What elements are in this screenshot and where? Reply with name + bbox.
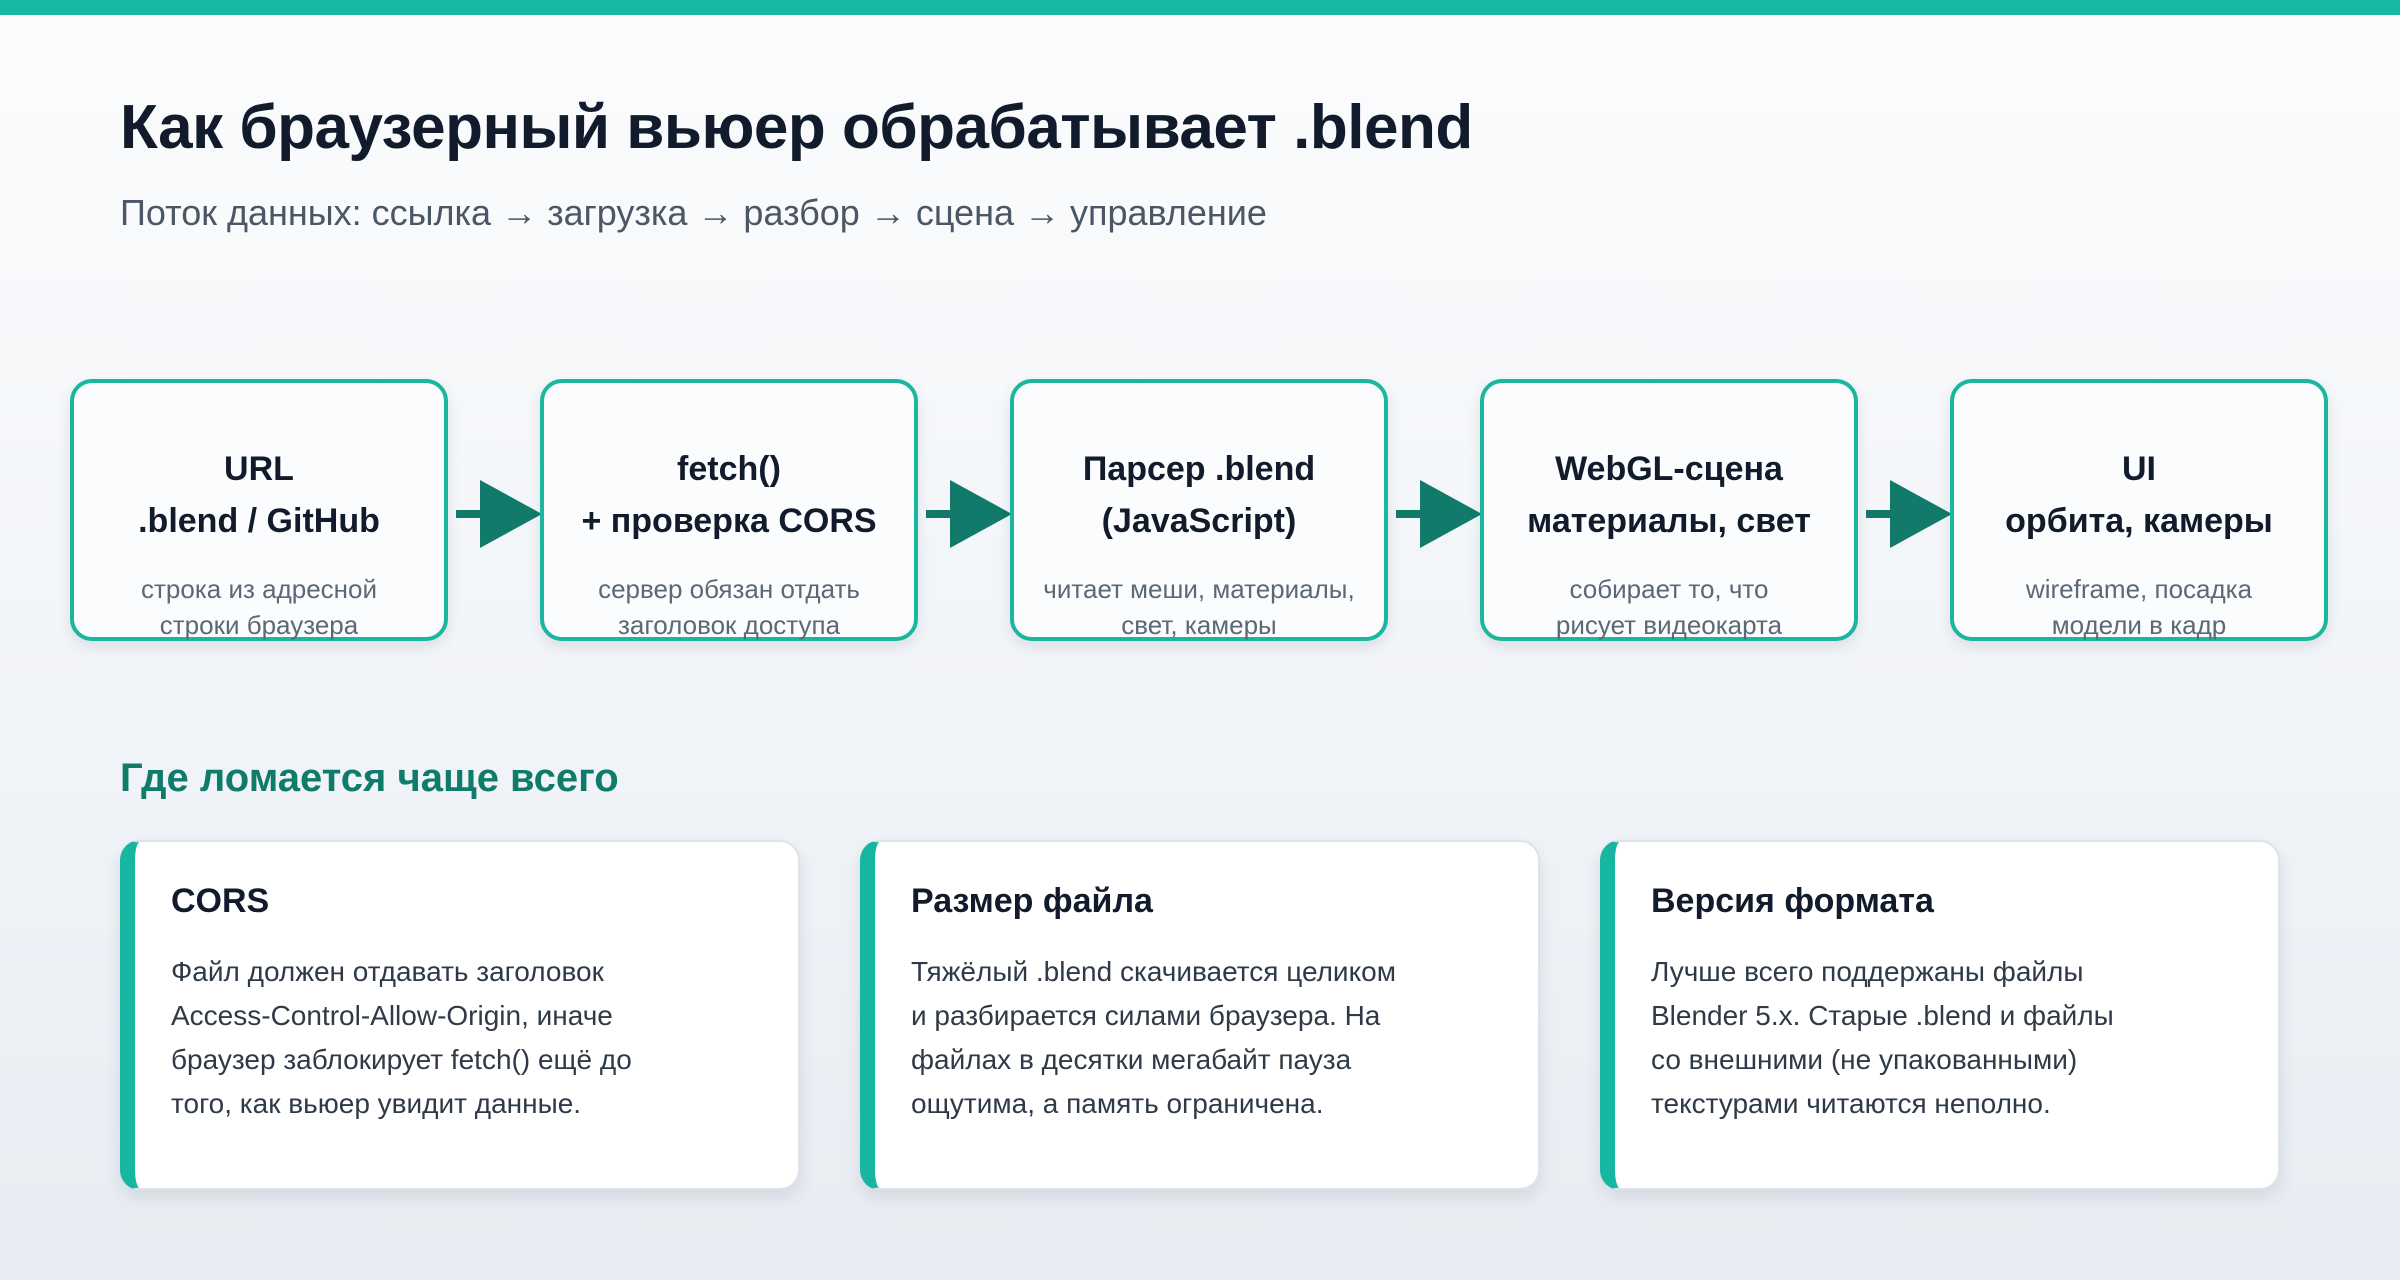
stage-title-line: UI	[2122, 450, 2156, 488]
stage-description: собирает то, что рисует видеокарта	[1484, 571, 1854, 643]
stage-fetch: fetch() + проверка CORS сервер обязан от…	[540, 379, 918, 641]
stage-title-line: Парсер .blend	[1082, 450, 1316, 488]
card-body: Файл должен отдавать заголовок Access-Co…	[171, 950, 731, 1126]
stage-title: Парсер .blend (JavaScript)	[1014, 443, 1384, 547]
stage-url: URL .blend / GitHub строка из адресной с…	[70, 379, 448, 641]
stage-title-line: WebGL-сцена	[1555, 450, 1783, 488]
stage-title: WebGL-сцена материалы, свет	[1484, 443, 1854, 547]
issues-section-title: Где ломается чаще всего	[120, 756, 619, 800]
stage-desc-line: строка из адресной	[140, 574, 378, 604]
card-body-line: текстурами читаются неполно.	[1651, 1088, 2051, 1119]
stage-title: URL .blend / GitHub	[74, 443, 444, 547]
stage-desc-line: модели в кадр	[2051, 610, 2227, 640]
stage-webgl-scene: WebGL-сцена материалы, свет собирает то,…	[1480, 379, 1858, 641]
flow-arrow-icon	[1396, 480, 1482, 548]
stage-title-line: fetch()	[677, 450, 781, 488]
card-title: Версия формата	[1651, 882, 1934, 920]
stage-title-line: URL	[224, 450, 294, 488]
card-title: CORS	[171, 882, 270, 920]
stage-title: UI орбита, камеры	[1954, 443, 2324, 547]
stage-title-line: орбита, камеры	[2005, 502, 2273, 540]
flow-arrow-icon	[926, 480, 1012, 548]
stage-title-line: (JavaScript)	[1101, 502, 1297, 540]
card-body-line: Access-Control-Allow-Origin, иначе	[171, 1000, 613, 1031]
issue-card-format-version: Версия формата Лучше всего поддержаны фа…	[1600, 840, 2280, 1190]
card-body: Тяжёлый .blend скачивается целиком и раз…	[911, 950, 1471, 1126]
card-body-line: браузер заблокирует fetch() ещё до	[171, 1044, 632, 1075]
card-body-line: Лучше всего поддержаны файлы	[1651, 956, 2084, 987]
stage-desc-line: рисует видеокарта	[1555, 610, 1783, 640]
card-body: Лучше всего поддержаны файлы Blender 5.x…	[1651, 950, 2211, 1126]
stage-desc-line: заголовок доступа	[617, 610, 841, 640]
card-title: Размер файла	[911, 882, 1153, 920]
stage-desc-line: собирает то, что	[1569, 574, 1769, 604]
card-body-line: файлах в десятки мегабайт пауза	[911, 1044, 1352, 1075]
stage-desc-line: свет, камеры	[1121, 610, 1277, 640]
pipeline-diagram: URL .blend / GitHub строка из адресной с…	[0, 0, 2400, 680]
card-body-line: ощутима, а память ограничена.	[911, 1088, 1324, 1119]
issue-card-file-size: Размер файла Тяжёлый .blend скачивается …	[860, 840, 1540, 1190]
stage-description: читает меши, материалы, свет, камеры	[1014, 571, 1384, 643]
stage-ui: UI орбита, камеры wireframe, посадка мод…	[1950, 379, 2328, 641]
card-body-line: Blender 5.x. Старые .blend и файлы	[1651, 1000, 2114, 1031]
stage-title-line: .blend / GitHub	[138, 502, 380, 540]
stage-title: fetch() + проверка CORS	[544, 443, 914, 547]
stage-title-line: + проверка CORS	[581, 502, 877, 540]
stage-title-line: материалы, свет	[1527, 502, 1811, 540]
issue-card-cors: CORS Файл должен отдавать заголовок Acce…	[120, 840, 800, 1190]
flow-arrow-icon	[456, 480, 542, 548]
card-body-line: и разбирается силами браузера. На	[911, 1000, 1381, 1031]
stage-desc-line: сервер обязан отдать	[598, 574, 860, 604]
stage-description: wireframe, посадка модели в кадр	[1954, 571, 2324, 643]
stage-parser: Парсер .blend (JavaScript) читает меши, …	[1010, 379, 1388, 641]
stage-desc-line: читает меши, материалы,	[1043, 574, 1355, 604]
card-body-line: того, как вьюер увидит данные.	[171, 1088, 582, 1119]
stage-description: строка из адресной строки браузера	[74, 571, 444, 643]
stage-description: сервер обязан отдать заголовок доступа	[544, 571, 914, 643]
stage-desc-line: wireframe, посадка	[2025, 574, 2253, 604]
flow-arrow-icon	[1866, 480, 1952, 548]
card-body-line: Тяжёлый .blend скачивается целиком	[911, 956, 1396, 987]
card-body-line: со внешними (не упакованными)	[1651, 1044, 2078, 1075]
stage-desc-line: строки браузера	[159, 610, 359, 640]
card-body-line: Файл должен отдавать заголовок	[171, 956, 604, 987]
